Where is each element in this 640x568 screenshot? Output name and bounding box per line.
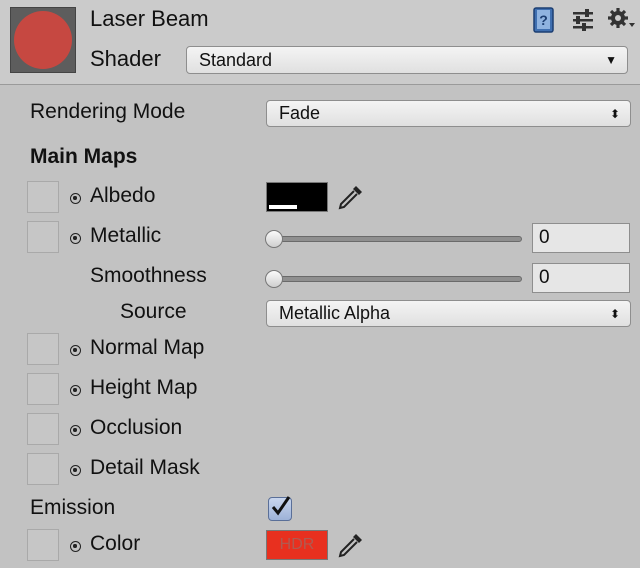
- emission-checkbox[interactable]: [268, 496, 292, 521]
- shader-value: Standard: [199, 49, 273, 70]
- emission-hdr-color-field[interactable]: HDR: [266, 530, 328, 560]
- metallic-value-field[interactable]: 0: [532, 223, 630, 253]
- detail-mask-label: Detail Mask: [90, 456, 200, 479]
- settings-gear-icon[interactable]: [606, 6, 636, 32]
- rendering-mode-value: Fade: [279, 103, 321, 123]
- material-title: Laser Beam: [90, 6, 209, 31]
- albedo-object-picker-icon[interactable]: [70, 193, 81, 204]
- help-book-icon[interactable]: ?: [532, 7, 556, 33]
- source-label: Source: [120, 300, 187, 323]
- occlusion-texture-slot[interactable]: [27, 413, 59, 445]
- occlusion-object-picker-icon[interactable]: [70, 425, 81, 436]
- metallic-texture-slot[interactable]: [27, 221, 59, 253]
- alpha-bar: [269, 205, 297, 209]
- material-header: Laser Beam Shader Standard ▼ ?: [0, 0, 640, 85]
- normal-map-label: Normal Map: [90, 336, 205, 359]
- metallic-label: Metallic: [90, 224, 162, 247]
- smoothness-slider-thumb[interactable]: [265, 270, 283, 288]
- shader-dropdown[interactable]: Standard ▼: [186, 46, 628, 74]
- source-value: Metallic Alpha: [279, 303, 391, 323]
- normal-map-object-picker-icon[interactable]: [70, 345, 81, 356]
- detail-mask-texture-slot[interactable]: [27, 453, 59, 485]
- metallic-slider-track[interactable]: [270, 236, 522, 242]
- albedo-label: Albedo: [90, 184, 156, 207]
- normal-map-texture-slot[interactable]: [27, 333, 59, 365]
- preset-sliders-icon[interactable]: [570, 8, 596, 32]
- emission-eyedropper-icon[interactable]: [336, 530, 366, 560]
- emission-color-object-picker-icon[interactable]: [70, 541, 81, 552]
- dropdown-arrow-icon: ▼: [605, 53, 617, 67]
- shader-label: Shader: [90, 46, 161, 71]
- rendering-mode-dropdown[interactable]: Fade ⬍: [266, 100, 631, 127]
- smoothness-slider-track[interactable]: [270, 276, 522, 282]
- detail-mask-object-picker-icon[interactable]: [70, 465, 81, 476]
- svg-text:?: ?: [539, 12, 548, 28]
- occlusion-label: Occlusion: [90, 416, 183, 439]
- material-preview-thumbnail[interactable]: [10, 7, 76, 73]
- emission-label: Emission: [30, 496, 116, 519]
- metallic-slider-thumb[interactable]: [265, 230, 283, 248]
- source-dropdown[interactable]: Metallic Alpha ⬍: [266, 300, 631, 327]
- main-maps-heading: Main Maps: [30, 145, 138, 168]
- height-map-object-picker-icon[interactable]: [70, 385, 81, 396]
- albedo-texture-slot[interactable]: [27, 181, 59, 213]
- albedo-eyedropper-icon[interactable]: [336, 182, 366, 212]
- rendering-mode-label: Rendering Mode: [30, 100, 186, 123]
- albedo-color-field[interactable]: [266, 182, 328, 212]
- preview-sphere: [14, 11, 72, 69]
- updown-arrow-icon: ⬍: [609, 106, 620, 121]
- smoothness-value-field[interactable]: 0: [532, 263, 630, 293]
- emission-color-label: Color: [90, 532, 141, 555]
- height-map-label: Height Map: [90, 376, 198, 399]
- height-map-texture-slot[interactable]: [27, 373, 59, 405]
- hdr-text: HDR: [279, 536, 315, 553]
- updown-arrow-icon: ⬍: [609, 306, 620, 321]
- smoothness-label: Smoothness: [90, 264, 207, 287]
- emission-color-texture-slot[interactable]: [27, 529, 59, 561]
- checkmark-icon: [271, 496, 291, 516]
- metallic-object-picker-icon[interactable]: [70, 233, 81, 244]
